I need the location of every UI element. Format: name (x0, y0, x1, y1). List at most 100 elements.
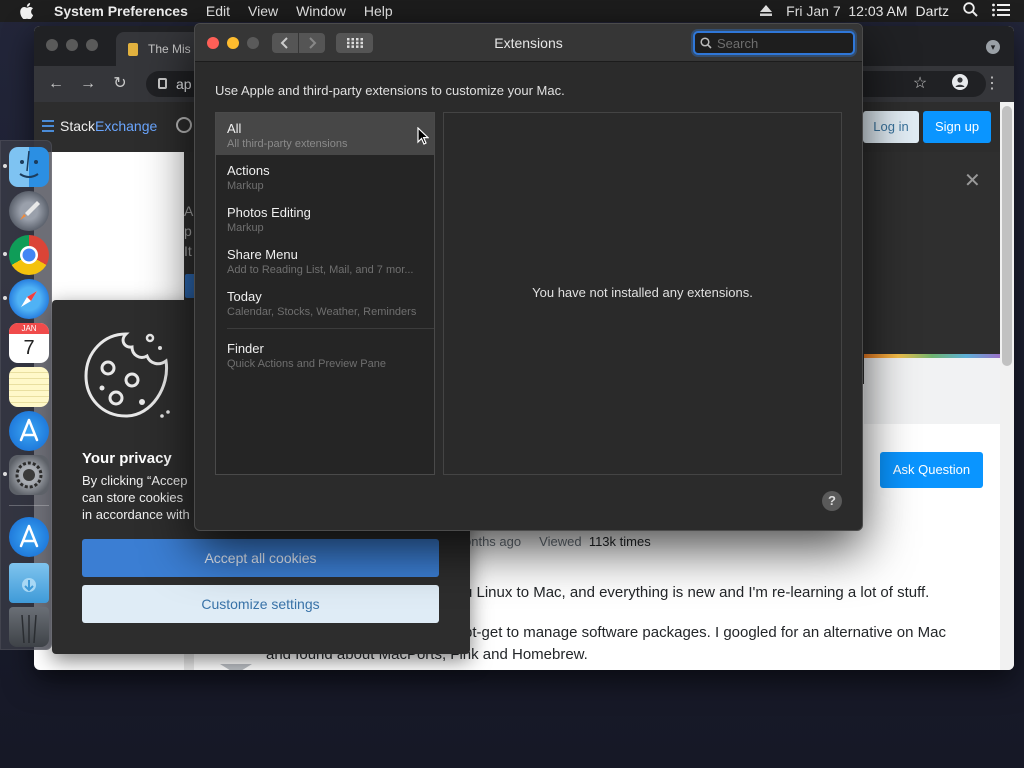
app-store-download-icon[interactable] (9, 517, 49, 557)
browser-minimize-button[interactable] (66, 39, 78, 51)
launchpad-icon[interactable] (9, 191, 49, 231)
menubar-user[interactable]: Dartz (916, 3, 949, 19)
menu-view[interactable]: View (239, 0, 287, 22)
banner-letter: A (184, 203, 194, 219)
dock-running-indicator (3, 472, 7, 476)
app-store-icon[interactable] (9, 411, 49, 451)
window-zoom-button[interactable] (247, 37, 259, 49)
list-item-name: Photos Editing (227, 205, 311, 220)
tab-favicon-icon (128, 43, 138, 56)
site-search-icon[interactable] (176, 117, 192, 133)
window-minimize-button[interactable] (227, 37, 239, 49)
list-item-name: Finder (227, 341, 264, 356)
cookie-title: Your privacy (82, 450, 172, 467)
menubar-clock[interactable]: Fri Jan 7 12:03 AM (786, 3, 907, 19)
banner-close-icon[interactable]: ✕ (964, 168, 981, 193)
profile-icon[interactable] (950, 74, 970, 94)
viewed-count: 113k times (588, 534, 651, 549)
extensions-detail-pane: You have not installed any extensions. (443, 112, 842, 475)
stackexchange-logo[interactable]: Stack Exchange (42, 118, 157, 134)
dock-separator (9, 505, 49, 506)
sign-up-button[interactable]: Sign up (923, 111, 991, 143)
browser-menu-icon[interactable]: ⋮ (982, 74, 1002, 94)
sidebar-panel (864, 358, 1000, 424)
calendar-day: 7 (23, 337, 35, 359)
cookie-body: By clicking “Accep can store cookies in … (82, 472, 194, 523)
back-arrow-icon[interactable]: ← (46, 74, 66, 94)
menu-app-name[interactable]: System Preferences (54, 0, 197, 22)
page-scrollbar-thumb[interactable] (1002, 106, 1012, 366)
search-icon (700, 37, 712, 49)
list-separator (227, 328, 434, 329)
list-item-description: Quick Actions and Preview Pane (227, 358, 386, 370)
list-item-actions[interactable]: Actions Markup (216, 155, 434, 197)
back-chevron-icon[interactable] (272, 33, 298, 53)
dock-running-indicator (3, 296, 7, 300)
chrome-icon[interactable] (9, 235, 49, 275)
menu-help[interactable]: Help (355, 0, 402, 22)
show-all-grid-icon[interactable] (336, 33, 373, 53)
ask-question-button[interactable]: Ask Question (880, 452, 983, 488)
list-item-description: Markup (227, 180, 264, 192)
cookie-body-line: can store cookies (82, 490, 184, 505)
finder-icon[interactable] (9, 147, 49, 187)
list-item-all[interactable]: All All third-party extensions (216, 113, 434, 155)
site-banner-text: A p It (184, 201, 193, 261)
menu-edit[interactable]: Edit (197, 0, 239, 22)
list-item-share-menu[interactable]: Share Menu Add to Reading List, Mail, an… (216, 239, 434, 281)
search-field[interactable] (693, 31, 855, 55)
cookie-body-line: in accordance with (82, 507, 190, 522)
safari-icon[interactable] (9, 279, 49, 319)
extensions-description: Use Apple and third-party extensions to … (215, 83, 565, 98)
window-titlebar: Extensions (195, 24, 862, 62)
log-in-button[interactable]: Log in (863, 111, 919, 143)
tab-search-icon[interactable]: ▾ (986, 40, 1000, 54)
banner-letter: It (184, 243, 192, 259)
dock-running-indicator (3, 164, 7, 168)
list-item-name: Actions (227, 163, 270, 178)
vote-down-arrow-icon[interactable] (220, 664, 252, 670)
extensions-window: Extensions Use Apple and third-party ext… (194, 23, 863, 531)
lock-icon (158, 78, 167, 89)
viewed-label: Viewed (539, 534, 582, 549)
list-item-description: Add to Reading List, Mail, and 7 mor... (227, 264, 414, 276)
notification-list-icon[interactable] (992, 3, 1010, 20)
search-input[interactable] (717, 35, 847, 51)
downloads-folder-icon[interactable] (9, 563, 49, 603)
mouse-cursor-icon (417, 127, 429, 145)
stackexchange-logo-icon (42, 120, 54, 132)
calendar-icon[interactable]: JAN 7 (9, 323, 49, 363)
customize-settings-button[interactable]: Customize settings (82, 585, 439, 623)
list-item-today[interactable]: Today Calendar, Stocks, Weather, Reminde… (216, 281, 434, 323)
address-text: ap (176, 76, 192, 92)
list-item-description: All third-party extensions (227, 138, 348, 150)
eject-icon[interactable] (760, 3, 773, 19)
browser-zoom-button[interactable] (86, 39, 98, 51)
extensions-category-list: All All third-party extensions Actions M… (215, 112, 435, 475)
list-item-finder[interactable]: Finder Quick Actions and Preview Pane (216, 333, 434, 375)
list-item-name: Share Menu (227, 247, 298, 262)
dock-running-indicator (3, 252, 7, 256)
question-paragraph: u Linux to Mac, and everything is new an… (464, 584, 930, 601)
window-close-button[interactable] (207, 37, 219, 49)
menu-window[interactable]: Window (287, 0, 355, 22)
question-paragraph: pt-get to manage software packages. I go… (464, 624, 946, 641)
trash-icon[interactable] (9, 607, 49, 647)
browser-close-button[interactable] (46, 39, 58, 51)
cookie-icon (84, 332, 170, 418)
dock: JAN 7 (0, 140, 52, 650)
apple-icon[interactable] (20, 3, 40, 19)
bookmark-star-icon[interactable]: ☆ (910, 74, 930, 94)
help-button[interactable]: ? (822, 491, 842, 511)
spotlight-icon[interactable] (963, 2, 978, 20)
list-item-name: All (227, 121, 242, 136)
notes-icon[interactable] (9, 367, 49, 407)
forward-chevron-icon[interactable] (299, 33, 325, 53)
list-item-photos-editing[interactable]: Photos Editing Markup (216, 197, 434, 239)
accept-all-cookies-button[interactable]: Accept all cookies (82, 539, 439, 577)
system-preferences-icon[interactable] (9, 455, 49, 495)
reload-icon[interactable]: ↻ (110, 74, 130, 94)
logo-stack-text: Stack (60, 118, 96, 134)
menu-bar: System Preferences Edit View Window Help… (0, 0, 1024, 22)
forward-arrow-icon[interactable]: → (78, 74, 98, 94)
